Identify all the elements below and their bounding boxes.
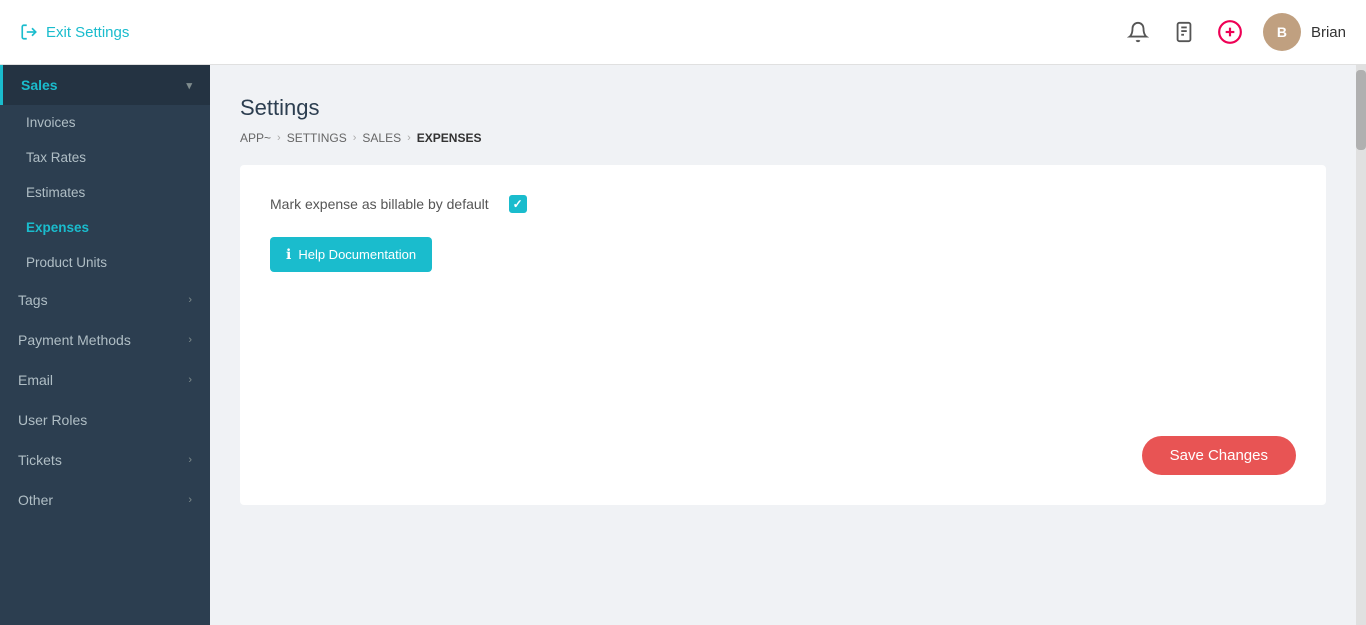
chevron-right-icon: › (188, 374, 192, 386)
sidebar-item-product-units[interactable]: Product Units (0, 245, 210, 280)
layout: Sales ▾ Invoices Tax Rates Estimates Exp… (0, 65, 1366, 625)
sidebar-payment-methods-label: Payment Methods (18, 332, 131, 348)
chevron-right-icon: › (188, 334, 192, 346)
breadcrumb-sep-3: › (407, 132, 411, 144)
chevron-down-icon: ▾ (186, 79, 192, 92)
breadcrumb-current: EXPENSES (417, 131, 482, 145)
header-left: Exit Settings (20, 23, 129, 41)
setting-row-billable: Mark expense as billable by default (270, 195, 1296, 213)
sidebar-item-tags[interactable]: Tags › (0, 280, 210, 320)
info-icon: ℹ (286, 246, 291, 263)
user-name: Brian (1311, 24, 1346, 41)
help-documentation-button[interactable]: ℹ Help Documentation (270, 237, 432, 272)
scrollbar-thumb[interactable] (1356, 70, 1366, 150)
avatar: B (1263, 13, 1301, 51)
header-right: B Brian (1125, 13, 1346, 51)
exit-icon (20, 23, 38, 41)
sidebar-product-units-label: Product Units (26, 255, 107, 270)
sidebar-user-roles-label: User Roles (18, 412, 87, 428)
sidebar-expenses-label: Expenses (26, 220, 89, 235)
sidebar-item-tax-rates[interactable]: Tax Rates (0, 140, 210, 175)
sidebar: Sales ▾ Invoices Tax Rates Estimates Exp… (0, 65, 210, 625)
breadcrumb-sep-2: › (353, 132, 357, 144)
sidebar-sales-label: Sales (21, 77, 58, 93)
sidebar-tags-label: Tags (18, 292, 48, 308)
sidebar-item-payment-methods[interactable]: Payment Methods › (0, 320, 210, 360)
chevron-right-icon: › (188, 494, 192, 506)
sidebar-invoices-label: Invoices (26, 115, 76, 130)
right-scrollbar[interactable] (1356, 65, 1366, 625)
page-title: Settings (240, 95, 1326, 121)
sidebar-item-other[interactable]: Other › (0, 480, 210, 520)
chevron-right-icon: › (188, 454, 192, 466)
sidebar-item-estimates[interactable]: Estimates (0, 175, 210, 210)
sidebar-item-user-roles[interactable]: User Roles (0, 400, 210, 440)
add-circle-icon[interactable] (1217, 19, 1243, 45)
main-content: Settings APP~ › SETTINGS › SALES › EXPEN… (210, 65, 1356, 625)
chevron-right-icon: › (188, 294, 192, 306)
user-area[interactable]: B Brian (1263, 13, 1346, 51)
breadcrumb-sep-1: › (277, 132, 281, 144)
sidebar-tax-rates-label: Tax Rates (26, 150, 86, 165)
sidebar-estimates-label: Estimates (26, 185, 85, 200)
sidebar-email-label: Email (18, 372, 53, 388)
sidebar-item-expenses[interactable]: Expenses (0, 210, 210, 245)
header: Exit Settings B Bri (0, 0, 1366, 65)
help-btn-label: Help Documentation (298, 247, 416, 262)
sidebar-tickets-label: Tickets (18, 452, 62, 468)
document-icon[interactable] (1171, 19, 1197, 45)
sidebar-item-sales[interactable]: Sales ▾ (0, 65, 210, 105)
sidebar-other-label: Other (18, 492, 53, 508)
billable-label: Mark expense as billable by default (270, 196, 489, 212)
sidebar-item-tickets[interactable]: Tickets › (0, 440, 210, 480)
breadcrumb: APP~ › SETTINGS › SALES › EXPENSES (240, 131, 1326, 145)
exit-settings-label: Exit Settings (46, 24, 129, 41)
sidebar-item-invoices[interactable]: Invoices (0, 105, 210, 140)
breadcrumb-settings[interactable]: SETTINGS (287, 131, 347, 145)
bell-icon[interactable] (1125, 19, 1151, 45)
breadcrumb-app[interactable]: APP~ (240, 131, 271, 145)
exit-settings-button[interactable]: Exit Settings (20, 23, 129, 41)
breadcrumb-sales[interactable]: SALES (362, 131, 401, 145)
sidebar-item-email[interactable]: Email › (0, 360, 210, 400)
save-changes-button[interactable]: Save Changes (1142, 436, 1296, 475)
settings-card: Mark expense as billable by default ℹ He… (240, 165, 1326, 505)
billable-checkbox[interactable] (509, 195, 527, 213)
